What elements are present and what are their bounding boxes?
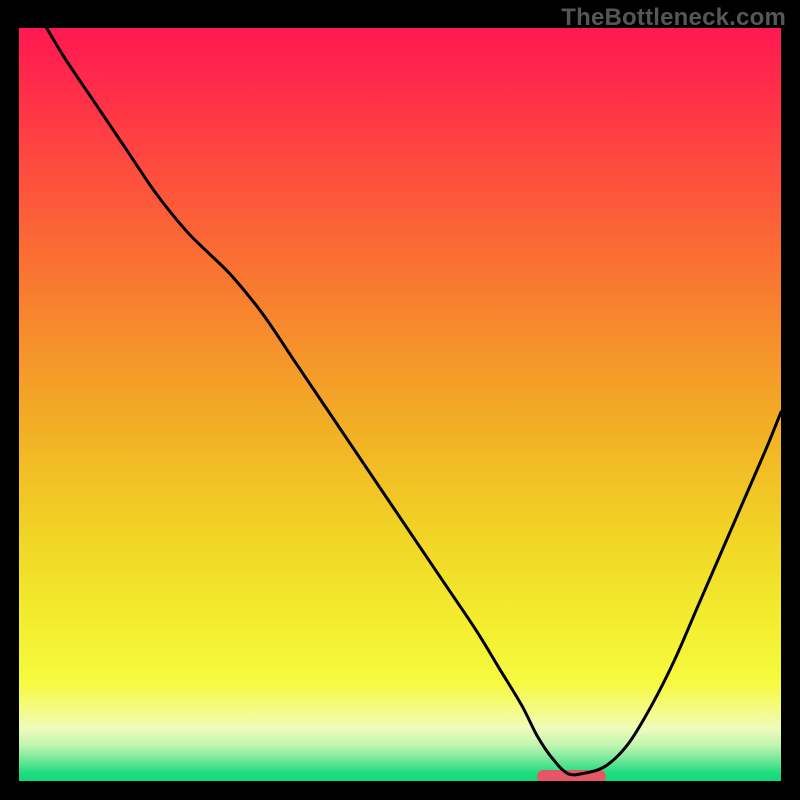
chart-svg (19, 28, 781, 781)
chart-frame: TheBottleneck.com (0, 0, 800, 800)
plot-area (19, 28, 781, 781)
gradient-background (19, 28, 781, 781)
